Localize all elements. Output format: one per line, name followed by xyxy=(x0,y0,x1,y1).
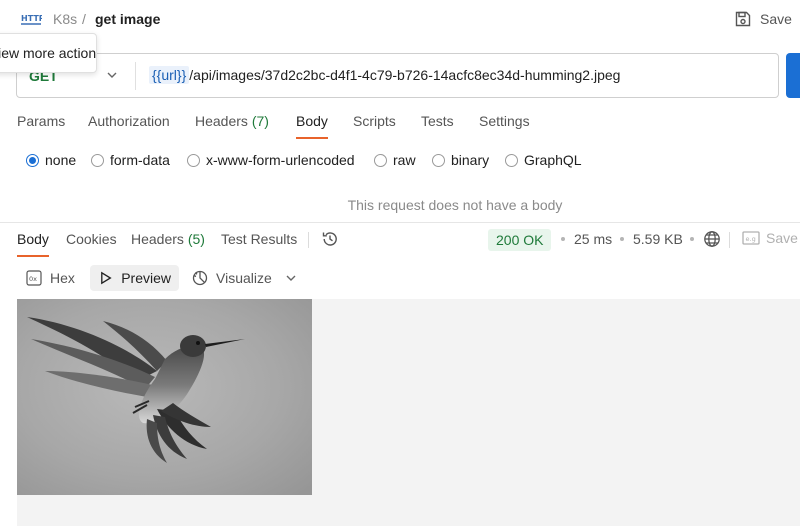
response-tab-test-results[interactable]: Test Results xyxy=(221,231,297,247)
chevron-down-icon[interactable] xyxy=(284,271,298,285)
response-tab-headers[interactable]: Headers (5) xyxy=(131,231,205,247)
meta-dot xyxy=(620,237,624,241)
tab-authorization[interactable]: Authorization xyxy=(88,113,170,129)
meta-divider xyxy=(729,232,730,248)
save-response-icon: e.g xyxy=(742,231,760,245)
hex-icon: 0x xyxy=(26,270,42,286)
response-size[interactable]: 5.59 KB xyxy=(633,231,683,247)
more-actions-tooltip: View more actions xyxy=(0,33,97,73)
svg-text:0x: 0x xyxy=(29,275,37,283)
play-icon xyxy=(101,271,112,285)
pane-divider[interactable] xyxy=(0,222,800,223)
save-button[interactable]: Save xyxy=(734,8,792,30)
radio-graphql[interactable]: GraphQL xyxy=(505,152,582,168)
radio-checked-icon xyxy=(26,153,39,167)
response-time[interactable]: 25 ms xyxy=(574,231,612,247)
top-bar: HTTP K8s / get image Save xyxy=(0,0,800,40)
http-icon: HTTP xyxy=(21,14,42,25)
url-path: /api/images/37d2c2bc-d4f1-4c79-b726-14ac… xyxy=(189,67,621,83)
svg-text:e.g: e.g xyxy=(746,235,756,243)
history-icon[interactable] xyxy=(321,230,339,248)
preview-view-button[interactable]: Preview xyxy=(90,265,179,291)
visualize-view-button[interactable]: Visualize xyxy=(184,265,280,291)
radio-form-data[interactable]: form-data xyxy=(91,152,170,168)
svg-text:HTTP: HTTP xyxy=(21,14,42,23)
hummingbird-image xyxy=(17,299,312,495)
radio-urlencoded[interactable]: x-www-form-urlencoded xyxy=(187,152,355,168)
save-response-button[interactable]: e.g Save xyxy=(742,230,798,246)
tab-headers[interactable]: Headers (7) xyxy=(195,113,269,129)
url-input[interactable]: {{url}}/api/images/37d2c2bc-d4f1-4c79-b7… xyxy=(149,66,621,84)
visualize-icon xyxy=(192,270,208,286)
radio-unchecked-icon xyxy=(432,153,445,167)
hex-view-button[interactable]: 0x Hex xyxy=(18,265,83,291)
radio-none[interactable]: none xyxy=(26,152,76,168)
tab-settings[interactable]: Settings xyxy=(479,113,530,129)
request-title[interactable]: get image xyxy=(95,11,160,27)
radio-unchecked-icon xyxy=(374,153,387,167)
tab-body[interactable]: Body xyxy=(296,113,328,139)
save-response-label: Save xyxy=(766,230,798,246)
breadcrumb-collection[interactable]: K8s xyxy=(53,11,77,27)
response-tab-body[interactable]: Body xyxy=(17,231,49,257)
radio-unchecked-icon xyxy=(505,153,518,167)
globe-icon[interactable] xyxy=(703,230,721,248)
radio-unchecked-icon xyxy=(187,153,200,167)
tab-tests[interactable]: Tests xyxy=(421,113,454,129)
tab-scripts[interactable]: Scripts xyxy=(353,113,396,129)
save-label: Save xyxy=(760,11,792,27)
radio-binary[interactable]: binary xyxy=(432,152,489,168)
tab-params[interactable]: Params xyxy=(17,113,65,129)
chevron-down-icon[interactable] xyxy=(105,68,119,82)
response-tabs-divider xyxy=(308,232,309,248)
save-icon xyxy=(735,11,751,27)
tooltip-text: View more actions xyxy=(0,45,97,61)
breadcrumb-separator: / xyxy=(82,11,86,27)
status-badge[interactable]: 200 OK xyxy=(488,229,552,251)
response-tab-cookies[interactable]: Cookies xyxy=(66,231,117,247)
send-button[interactable] xyxy=(786,53,800,98)
no-body-message: This request does not have a body xyxy=(347,197,563,213)
url-divider xyxy=(135,62,136,90)
radio-raw[interactable]: raw xyxy=(374,152,416,168)
url-variable: {{url}} xyxy=(149,66,190,84)
meta-dot xyxy=(690,237,694,241)
radio-unchecked-icon xyxy=(91,153,104,167)
meta-dot xyxy=(561,237,565,241)
url-bar: GET {{url}}/api/images/37d2c2bc-d4f1-4c7… xyxy=(16,53,779,98)
